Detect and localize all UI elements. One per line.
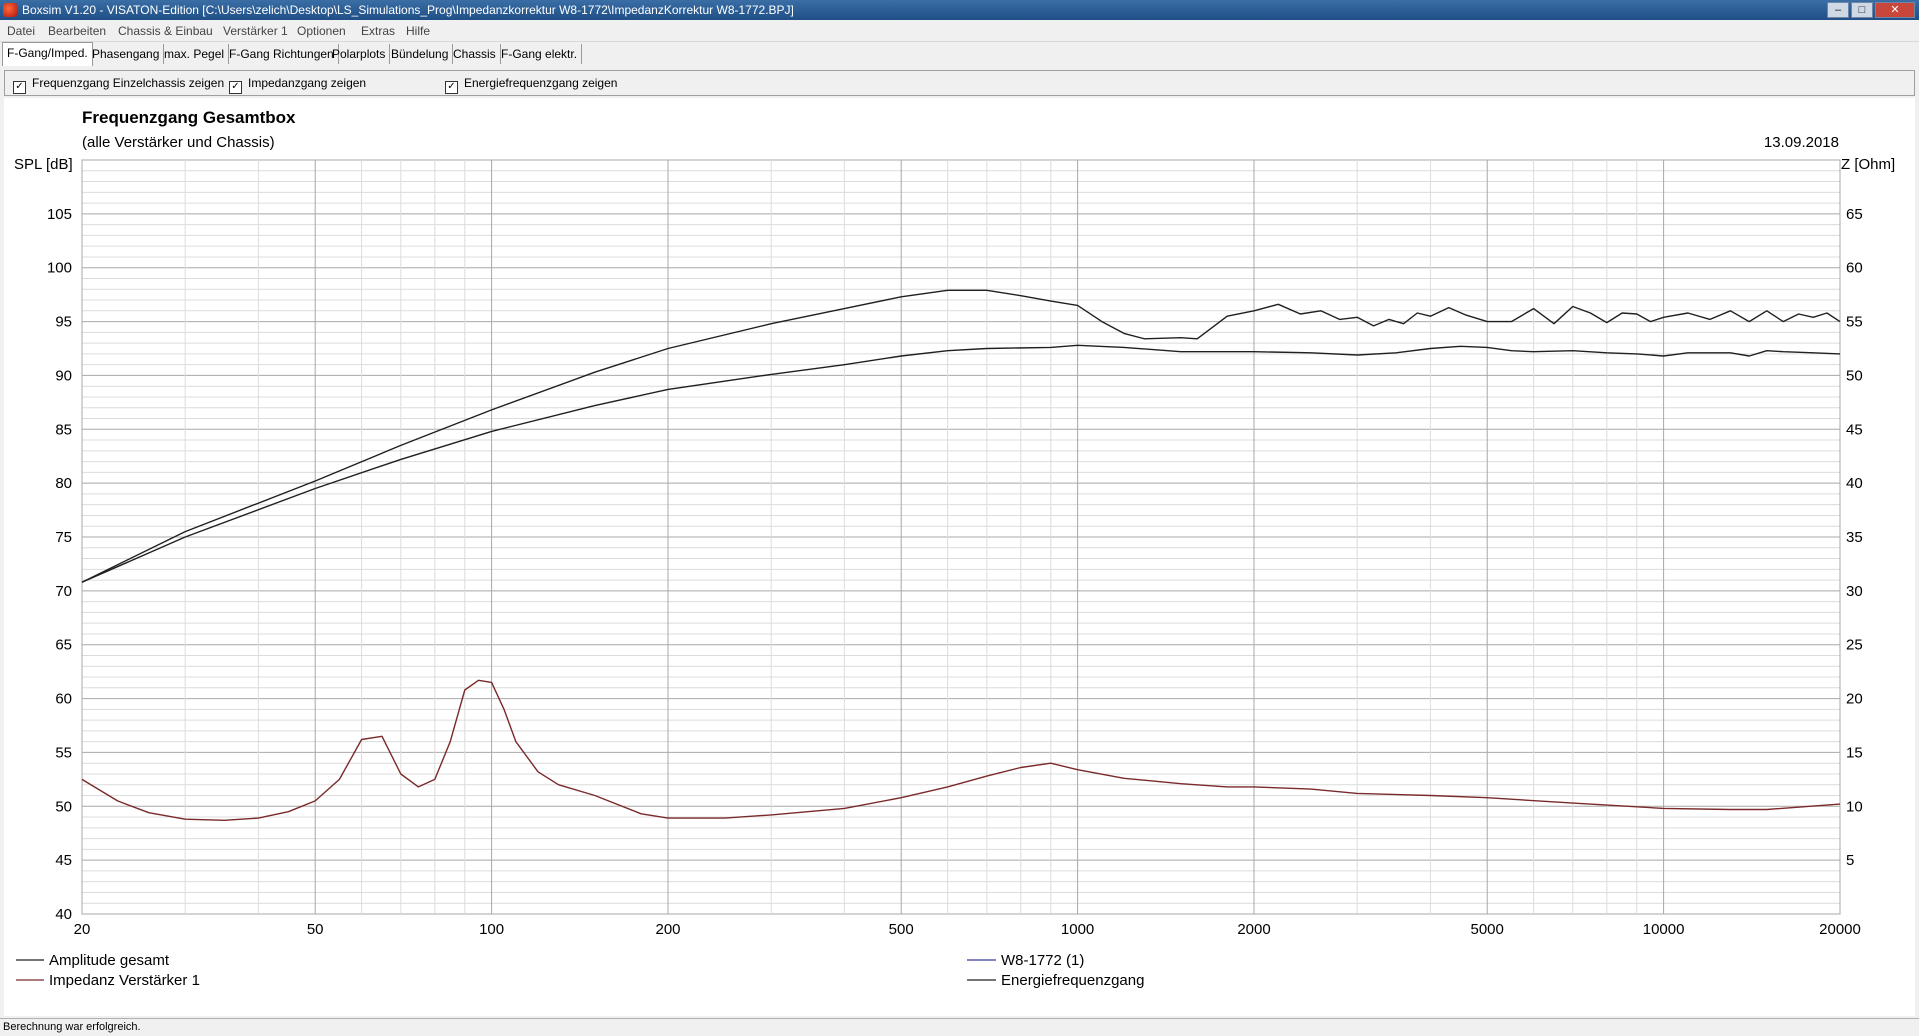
menu-bar: Datei Bearbeiten Chassis & Einbau Verstä… bbox=[0, 20, 1919, 42]
y2-axis-label: Z [Ohm] bbox=[1841, 156, 1895, 173]
y-tick-label: 55 bbox=[55, 744, 72, 761]
series-line-0 bbox=[81, 289, 1841, 583]
tab-max-pegel[interactable]: max. Pegel bbox=[160, 44, 230, 64]
y2-tick-label: 5 bbox=[1846, 852, 1854, 869]
x-tick-label: 1000 bbox=[1061, 921, 1094, 938]
y-tick-label: 90 bbox=[55, 367, 72, 384]
maximize-button[interactable]: □ bbox=[1851, 2, 1873, 18]
y-tick-labels: 40 45 50 55 60 65 70 75 80 85 90 95 100 105 bbox=[47, 206, 72, 923]
x-tick-label: 5000 bbox=[1471, 921, 1504, 938]
menu-hilfe[interactable]: Hilfe bbox=[406, 24, 430, 38]
y2-tick-label: 15 bbox=[1846, 744, 1863, 761]
y-tick-label: 70 bbox=[55, 583, 72, 600]
y-tick-label: 45 bbox=[55, 852, 72, 869]
y-tick-label: 105 bbox=[47, 206, 72, 223]
option-energiefrequenzgang[interactable]: ✓ Energiefrequenzgang zeigen bbox=[445, 76, 617, 94]
y2-tick-label: 45 bbox=[1846, 421, 1863, 438]
legend-amplitude-gesamt: Amplitude gesamt bbox=[49, 952, 170, 969]
status-text: Berechnung war erfolgreich. bbox=[3, 1021, 141, 1033]
series-line-1 bbox=[81, 344, 1841, 583]
y-tick-label: 85 bbox=[55, 421, 72, 438]
checkbox-impedanzgang[interactable]: ✓ bbox=[229, 81, 242, 94]
option-impedanzgang-label: Impedanzgang zeigen bbox=[248, 76, 367, 90]
x-tick-label: 50 bbox=[307, 921, 324, 938]
menu-chassis-einbau[interactable]: Chassis & Einbau bbox=[118, 24, 213, 38]
x-tick-label: 200 bbox=[655, 921, 680, 938]
y2-tick-label: 25 bbox=[1846, 637, 1863, 654]
y2-tick-label: 60 bbox=[1846, 260, 1863, 277]
option-einzelchassis-label: Frequenzgang Einzelchassis zeigen bbox=[32, 76, 225, 90]
legend: Amplitude gesamt Impedanz Verstärker 1 W… bbox=[16, 952, 1144, 989]
y-axis-label: SPL [dB] bbox=[14, 156, 73, 173]
y2-tick-label: 20 bbox=[1846, 691, 1863, 708]
option-einzelchassis[interactable]: ✓ Frequenzgang Einzelchassis zeigen bbox=[13, 76, 224, 94]
x-tick-label: 10000 bbox=[1643, 921, 1685, 938]
legend-energiefrequenzgang: Energiefrequenzgang bbox=[1001, 972, 1144, 989]
checkbox-energiefrequenzgang[interactable]: ✓ bbox=[445, 81, 458, 94]
tab-bar: F-Gang/Imped. Phasengang max. Pegel F-Ga… bbox=[0, 42, 1919, 66]
y-tick-label: 60 bbox=[55, 691, 72, 708]
chart-subtitle: (alle Verstärker und Chassis) bbox=[82, 134, 275, 151]
tab-fgang-richtungen[interactable]: F-Gang Richtungen bbox=[225, 44, 339, 64]
legend-impedanz-verstaerker: Impedanz Verstärker 1 bbox=[49, 972, 200, 989]
menu-verstaerker[interactable]: Verstärker 1 bbox=[223, 24, 288, 38]
menu-datei[interactable]: Datei bbox=[7, 24, 35, 38]
y-tick-label: 95 bbox=[55, 314, 72, 331]
tab-phasengang[interactable]: Phasengang bbox=[88, 44, 165, 64]
y-tick-label: 100 bbox=[47, 260, 72, 277]
options-bar: ✓ Frequenzgang Einzelchassis zeigen ✓ Impe… bbox=[4, 70, 1915, 96]
grid bbox=[81, 159, 1841, 915]
chart-date: 13.09.2018 bbox=[1764, 134, 1839, 151]
close-button[interactable]: ✕ bbox=[1875, 2, 1915, 18]
y-tick-label: 40 bbox=[55, 906, 72, 923]
window-title: Boxsim V1.20 - VISATON-Edition [C:\Users… bbox=[22, 3, 794, 17]
y-tick-label: 80 bbox=[55, 475, 72, 492]
legend-w8-1772: W8-1772 (1) bbox=[1001, 952, 1084, 969]
x-tick-label: 2000 bbox=[1237, 921, 1270, 938]
option-energiefrequenzgang-label: Energiefrequenzgang zeigen bbox=[464, 76, 618, 90]
minimize-button[interactable]: – bbox=[1827, 2, 1849, 18]
chart-title: Frequenzgang Gesamtbox bbox=[82, 108, 296, 127]
tab-buendelung[interactable]: Bündelung bbox=[387, 44, 454, 64]
x-tick-labels: 20 50 100 200 500 1000 2000 5000 10000 20000 bbox=[74, 921, 1861, 938]
series-line-2 bbox=[81, 679, 1841, 821]
tab-polarplots[interactable]: Polarplots bbox=[328, 44, 391, 64]
window-controls: – □ ✕ bbox=[1827, 2, 1915, 18]
tab-chassis[interactable]: Chassis bbox=[449, 44, 501, 64]
y2-tick-label: 40 bbox=[1846, 475, 1863, 492]
y2-tick-label: 35 bbox=[1846, 529, 1863, 546]
app-icon bbox=[3, 3, 17, 17]
y2-tick-label: 50 bbox=[1846, 367, 1863, 384]
y2-tick-labels: 5 10 15 20 25 30 35 40 45 50 55 60 65 bbox=[1846, 206, 1863, 869]
menu-bearbeiten[interactable]: Bearbeiten bbox=[48, 24, 106, 38]
x-tick-label: 20 bbox=[74, 921, 91, 938]
menu-extras[interactable]: Extras bbox=[361, 24, 395, 38]
y-tick-label: 65 bbox=[55, 637, 72, 654]
plot-area: Frequenzgang Gesamtbox (alle Verstärker … bbox=[4, 98, 1915, 1016]
x-tick-label: 500 bbox=[889, 921, 914, 938]
x-tick-label: 20000 bbox=[1819, 921, 1861, 938]
frequency-response-chart: Frequenzgang Gesamtbox (alle Verstärker … bbox=[14, 108, 1895, 989]
y2-tick-label: 30 bbox=[1846, 583, 1863, 600]
y-tick-label: 50 bbox=[55, 798, 72, 815]
y-tick-label: 75 bbox=[55, 529, 72, 546]
title-bar: Boxsim V1.20 - VISATON-Edition [C:\Users… bbox=[0, 0, 1919, 20]
y2-tick-label: 65 bbox=[1846, 206, 1863, 223]
y2-tick-label: 10 bbox=[1846, 798, 1863, 815]
x-tick-label: 100 bbox=[479, 921, 504, 938]
series-lines bbox=[81, 289, 1841, 821]
status-bar: Berechnung war erfolgreich. bbox=[0, 1018, 1919, 1036]
tab-fgang-imped[interactable]: F-Gang/Imped. bbox=[2, 42, 93, 66]
option-impedanzgang[interactable]: ✓ Impedanzgang zeigen bbox=[229, 76, 366, 94]
menu-optionen[interactable]: Optionen bbox=[297, 24, 346, 38]
tab-fgang-elektr[interactable]: F-Gang elektr. bbox=[497, 44, 583, 64]
y2-tick-label: 55 bbox=[1846, 314, 1863, 331]
checkbox-einzelchassis[interactable]: ✓ bbox=[13, 81, 26, 94]
